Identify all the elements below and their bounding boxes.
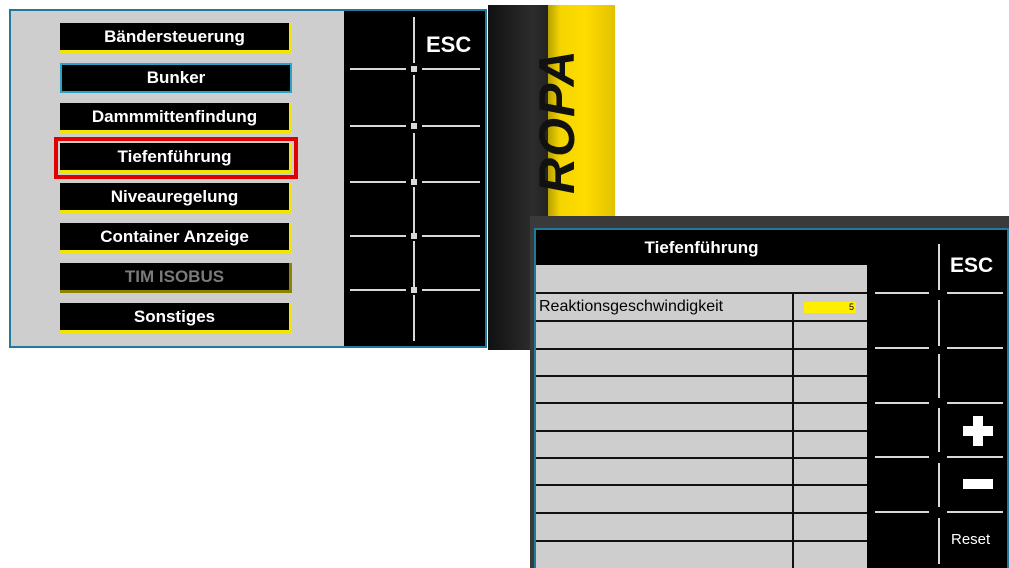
- softkey-divider: [413, 75, 415, 121]
- softkey-divider: [875, 456, 929, 458]
- softkey-divider: [411, 179, 417, 185]
- softkey-divider: [422, 68, 480, 70]
- parameter-row[interactable]: Reaktionsgeschwindigkeit 5: [536, 294, 867, 322]
- parameter-pane: Tiefenführung Reaktionsgeschwindigkeit 5: [536, 230, 867, 568]
- esc-label: ESC: [426, 32, 472, 57]
- esc-softkey[interactable]: ESC: [416, 11, 485, 66]
- softkey-divider: [875, 347, 929, 349]
- softkey-divider: [413, 241, 415, 287]
- list-item: [536, 514, 867, 542]
- esc-softkey[interactable]: ESC: [941, 230, 1007, 290]
- softkey-divider: [422, 235, 480, 237]
- menu-item-sonstiges[interactable]: Sonstiges: [60, 303, 292, 333]
- softkey-divider: [422, 125, 480, 127]
- menu-item-dammmittenfindung[interactable]: Dammmittenfindung: [60, 103, 292, 133]
- menu-pane: Bändersteuerung Bunker Dammmittenfindung…: [11, 11, 344, 346]
- softkey-divider: [947, 292, 1003, 294]
- menu-item-niveauregelung[interactable]: Niveauregelung: [60, 183, 292, 213]
- softkey-divider: [413, 187, 415, 233]
- menu-item-bunker[interactable]: Bunker: [60, 63, 292, 93]
- softkey-divider: [938, 408, 940, 452]
- page-title: Tiefenführung: [536, 230, 867, 265]
- softkey-divider: [413, 295, 415, 341]
- parameter-name: Reaktionsgeschwindigkeit: [539, 298, 724, 315]
- softkey-divider: [947, 347, 1003, 349]
- list-item: [536, 322, 867, 350]
- softkey-divider: [938, 244, 940, 290]
- softkey-divider: [875, 292, 929, 294]
- softkey-divider: [411, 123, 417, 129]
- menu-item-tim-isobus: TIM ISOBUS: [60, 263, 292, 293]
- list-item: [536, 377, 867, 404]
- esc-label: ESC: [950, 254, 994, 277]
- softkey-divider: [422, 289, 480, 291]
- list-item: [536, 459, 867, 486]
- softkey-divider: [350, 289, 406, 291]
- list-item: [536, 350, 867, 377]
- softkey-divider: [411, 233, 417, 239]
- softkey-divider: [938, 463, 940, 507]
- softkey-divider: [350, 125, 406, 127]
- softkey-divider: [413, 17, 415, 63]
- softkey-divider: [875, 511, 929, 513]
- softkey-divider: [411, 66, 417, 72]
- softkey-column: ESC Reset: [867, 230, 1007, 568]
- plus-softkey[interactable]: [941, 404, 1007, 456]
- tiefenfuehrung-screen: Tiefenführung Reaktionsgeschwindigkeit 5: [534, 228, 1009, 568]
- softkey-divider: [413, 133, 415, 179]
- softkey-divider: [411, 287, 417, 293]
- softkey-divider: [875, 402, 929, 404]
- reset-softkey[interactable]: Reset: [941, 513, 1007, 568]
- parameter-value[interactable]: 5: [804, 302, 856, 313]
- ropa-logo: ROPA: [529, 49, 585, 195]
- reset-label: Reset: [951, 531, 991, 548]
- list-item: [536, 432, 867, 459]
- softkey-column: ESC: [344, 11, 485, 346]
- main-menu-screen: Bändersteuerung Bunker Dammmittenfindung…: [9, 9, 487, 348]
- softkey-divider: [938, 354, 940, 398]
- minus-softkey[interactable]: [941, 458, 1007, 510]
- softkey-divider: [422, 181, 480, 183]
- list-item: [536, 486, 867, 514]
- menu-item-container-anzeige[interactable]: Container Anzeige: [60, 223, 292, 253]
- plus-icon: [963, 416, 993, 446]
- softkey-divider: [350, 68, 406, 70]
- list-item: [536, 265, 867, 294]
- menu-item-baendersteuerung[interactable]: Bändersteuerung: [60, 23, 292, 53]
- menu-item-tiefenfuehrung[interactable]: Tiefenführung: [54, 137, 298, 179]
- list-item: [536, 404, 867, 432]
- softkey-divider: [938, 518, 940, 564]
- column-divider: [792, 294, 794, 568]
- softkey-divider: [938, 300, 940, 346]
- list-item: [536, 542, 867, 568]
- softkey-divider: [350, 235, 406, 237]
- minus-icon: [963, 479, 993, 489]
- softkey-divider: [350, 181, 406, 183]
